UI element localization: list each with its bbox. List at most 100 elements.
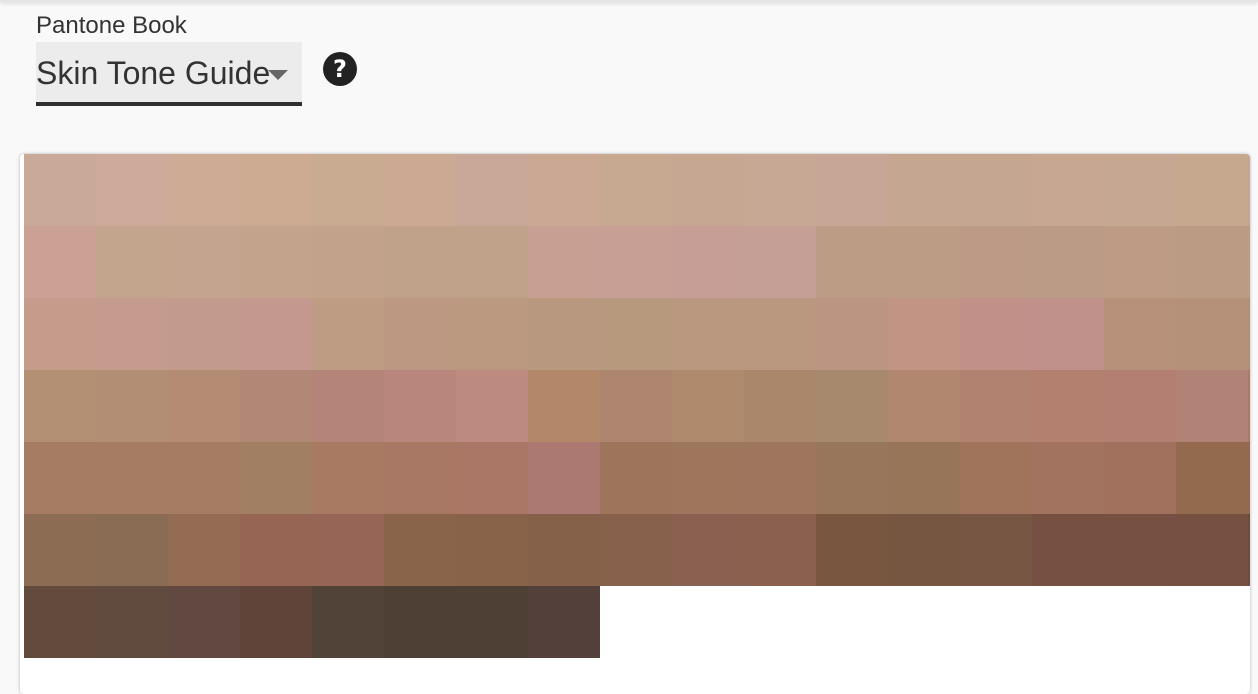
color-swatch[interactable] (888, 226, 960, 298)
color-swatch[interactable] (96, 298, 168, 370)
color-swatch[interactable] (240, 154, 312, 226)
color-swatch[interactable] (744, 442, 816, 514)
color-swatch[interactable] (1248, 226, 1250, 298)
color-swatch[interactable] (456, 442, 528, 514)
color-swatch[interactable] (528, 154, 600, 226)
color-swatch[interactable] (456, 514, 528, 586)
color-swatch[interactable] (1104, 226, 1176, 298)
color-swatch[interactable] (528, 514, 600, 586)
color-swatch[interactable] (744, 370, 816, 442)
color-swatch[interactable] (672, 442, 744, 514)
color-swatch[interactable] (600, 370, 672, 442)
color-swatch[interactable] (816, 154, 888, 226)
color-swatch[interactable] (960, 226, 1032, 298)
color-swatch[interactable] (1032, 298, 1104, 370)
color-swatch[interactable] (816, 514, 888, 586)
color-swatch[interactable] (528, 442, 600, 514)
color-swatch[interactable] (312, 154, 384, 226)
color-swatch[interactable] (1032, 154, 1104, 226)
color-swatch[interactable] (1032, 226, 1104, 298)
color-swatch[interactable] (1176, 154, 1248, 226)
color-swatch[interactable] (816, 226, 888, 298)
color-swatch[interactable] (960, 442, 1032, 514)
color-swatch[interactable] (168, 370, 240, 442)
color-swatch[interactable] (96, 226, 168, 298)
color-swatch[interactable] (312, 298, 384, 370)
color-swatch[interactable] (600, 514, 672, 586)
color-swatch[interactable] (600, 226, 672, 298)
color-swatch[interactable] (1104, 370, 1176, 442)
color-swatch[interactable] (960, 298, 1032, 370)
color-swatch[interactable] (384, 586, 456, 658)
color-swatch[interactable] (312, 226, 384, 298)
color-swatch[interactable] (312, 370, 384, 442)
color-swatch[interactable] (24, 442, 96, 514)
color-swatch[interactable] (888, 442, 960, 514)
color-swatch[interactable] (1104, 154, 1176, 226)
color-swatch[interactable] (888, 514, 960, 586)
color-swatch[interactable] (816, 298, 888, 370)
color-swatch[interactable] (96, 370, 168, 442)
color-swatch[interactable] (1176, 370, 1248, 442)
color-swatch[interactable] (528, 370, 600, 442)
color-swatch[interactable] (240, 442, 312, 514)
color-swatch[interactable] (384, 442, 456, 514)
color-swatch[interactable] (168, 298, 240, 370)
color-swatch[interactable] (384, 370, 456, 442)
color-swatch[interactable] (1248, 442, 1250, 514)
color-swatch[interactable] (672, 226, 744, 298)
color-swatch[interactable] (24, 514, 96, 586)
color-swatch[interactable] (24, 154, 96, 226)
color-swatch[interactable] (1032, 370, 1104, 442)
color-swatch[interactable] (168, 514, 240, 586)
color-swatch[interactable] (1176, 298, 1248, 370)
color-swatch[interactable] (312, 586, 384, 658)
color-swatch[interactable] (168, 226, 240, 298)
color-swatch[interactable] (960, 154, 1032, 226)
color-swatch[interactable] (24, 298, 96, 370)
color-swatch[interactable] (24, 370, 96, 442)
color-swatch[interactable] (456, 226, 528, 298)
color-swatch[interactable] (816, 442, 888, 514)
color-swatch[interactable] (24, 586, 96, 658)
color-swatch[interactable] (672, 154, 744, 226)
color-swatch[interactable] (1176, 514, 1248, 586)
color-swatch[interactable] (1176, 442, 1248, 514)
color-swatch[interactable] (744, 298, 816, 370)
color-swatch[interactable] (1248, 370, 1250, 442)
color-swatch[interactable] (1248, 154, 1250, 226)
color-swatch[interactable] (600, 298, 672, 370)
color-swatch[interactable] (456, 370, 528, 442)
color-swatch[interactable] (816, 370, 888, 442)
color-swatch[interactable] (888, 154, 960, 226)
color-swatch[interactable] (1104, 298, 1176, 370)
color-swatch[interactable] (960, 514, 1032, 586)
color-swatch[interactable] (1032, 442, 1104, 514)
color-swatch[interactable] (744, 154, 816, 226)
color-swatch[interactable] (96, 442, 168, 514)
color-swatch[interactable] (96, 154, 168, 226)
color-swatch[interactable] (600, 442, 672, 514)
color-swatch[interactable] (960, 370, 1032, 442)
color-swatch[interactable] (240, 514, 312, 586)
color-swatch[interactable] (600, 154, 672, 226)
color-swatch[interactable] (240, 586, 312, 658)
color-swatch[interactable] (384, 298, 456, 370)
color-swatch[interactable] (672, 514, 744, 586)
color-swatch[interactable] (96, 514, 168, 586)
color-swatch[interactable] (24, 226, 96, 298)
color-swatch[interactable] (672, 370, 744, 442)
color-swatch[interactable] (384, 514, 456, 586)
color-swatch[interactable] (240, 226, 312, 298)
color-swatch[interactable] (528, 226, 600, 298)
pantone-book-select[interactable]: Skin Tone Guide (36, 42, 302, 106)
color-swatch[interactable] (240, 370, 312, 442)
color-swatch[interactable] (384, 154, 456, 226)
color-swatch[interactable] (312, 442, 384, 514)
color-swatch[interactable] (456, 154, 528, 226)
color-swatch[interactable] (1104, 514, 1176, 586)
color-swatch[interactable] (384, 226, 456, 298)
color-swatch[interactable] (1176, 226, 1248, 298)
color-swatch[interactable] (888, 370, 960, 442)
color-swatch[interactable] (240, 298, 312, 370)
